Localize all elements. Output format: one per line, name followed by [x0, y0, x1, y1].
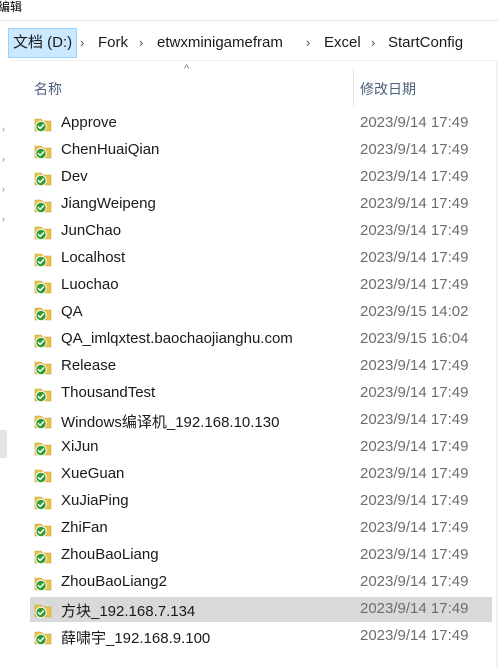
- folder-sync-check-icon: [34, 334, 52, 349]
- column-header-row: ^ 名称 修改日期: [16, 60, 498, 112]
- top-strip: 编辑: [0, 0, 498, 26]
- file-name: ThousandTest: [61, 384, 156, 401]
- menu-fragment: 编辑: [0, 0, 23, 14]
- file-modified-date: 2023/9/14 17:49: [360, 465, 469, 482]
- file-list: Approve 2023/9/14 17:49 ChenHuaiQian 2023/9…: [0, 110, 498, 650]
- column-header-date[interactable]: 修改日期: [360, 79, 416, 99]
- folder-sync-check-icon: [34, 631, 52, 646]
- chevron-right-icon[interactable]: ›: [139, 28, 143, 58]
- chevron-right-icon[interactable]: ›: [80, 28, 84, 58]
- file-name: XueGuan: [61, 465, 125, 482]
- file-row[interactable]: JiangWeipeng 2023/9/14 17:49: [0, 191, 498, 218]
- breadcrumb-etwxminigamefram[interactable]: etwxminigamefram: [153, 28, 287, 58]
- file-row[interactable]: ZhouBaoLiang 2023/9/14 17:49: [0, 542, 498, 569]
- file-name: QA: [61, 303, 83, 320]
- folder-sync-check-icon: [34, 523, 52, 538]
- breadcrumb-startconfig[interactable]: StartConfig: [384, 28, 467, 58]
- file-name: ZhouBaoLiang: [61, 546, 159, 563]
- folder-sync-check-icon: [34, 307, 52, 322]
- folder-sync-check-icon: [34, 415, 52, 430]
- file-name: Dev: [61, 168, 88, 185]
- file-modified-date: 2023/9/14 17:49: [360, 411, 469, 428]
- file-modified-date: 2023/9/14 17:49: [360, 519, 469, 536]
- file-modified-date: 2023/9/14 17:49: [360, 600, 469, 617]
- file-row[interactable]: Windows编译机_192.168.10.130 2023/9/14 17:49: [0, 407, 498, 434]
- file-name: JunChao: [61, 222, 122, 239]
- folder-sync-check-icon: [34, 280, 52, 295]
- divider: [0, 20, 498, 21]
- file-name: JiangWeipeng: [61, 195, 156, 212]
- file-row[interactable]: ZhouBaoLiang2 2023/9/14 17:49: [0, 569, 498, 596]
- file-row[interactable]: ThousandTest 2023/9/14 17:49: [0, 380, 498, 407]
- file-modified-date: 2023/9/14 17:49: [360, 546, 469, 563]
- column-divider[interactable]: [353, 68, 354, 106]
- file-modified-date: 2023/9/14 17:49: [360, 249, 469, 266]
- folder-sync-check-icon: [34, 550, 52, 565]
- sort-ascending-icon: ^: [184, 63, 190, 75]
- file-name: ZhiFan: [61, 519, 108, 536]
- file-row[interactable]: ZhiFan 2023/9/14 17:49: [0, 515, 498, 542]
- file-modified-date: 2023/9/14 17:49: [360, 573, 469, 590]
- folder-sync-check-icon: [34, 388, 52, 403]
- file-modified-date: 2023/9/14 17:49: [360, 384, 469, 401]
- breadcrumb-excel[interactable]: Excel: [320, 28, 365, 58]
- address-bar[interactable]: 文档 (D:) › Fork › etwxminigamefram › Exce…: [0, 26, 498, 61]
- folder-sync-check-icon: [34, 577, 52, 592]
- file-name: Localhost: [61, 249, 126, 266]
- chevron-right-icon[interactable]: ›: [306, 28, 310, 58]
- file-modified-date: 2023/9/14 17:49: [360, 627, 469, 644]
- file-modified-date: 2023/9/14 17:49: [360, 141, 469, 158]
- file-name: Luochao: [61, 276, 119, 293]
- file-modified-date: 2023/9/14 17:49: [360, 492, 469, 509]
- file-modified-date: 2023/9/15 16:04: [360, 330, 469, 347]
- file-modified-date: 2023/9/14 17:49: [360, 357, 469, 374]
- file-name: XiJun: [61, 438, 99, 455]
- file-row[interactable]: QA 2023/9/15 14:02: [0, 299, 498, 326]
- file-name: Windows编译机_192.168.10.130: [61, 414, 280, 431]
- folder-sync-check-icon: [34, 442, 52, 457]
- file-modified-date: 2023/9/14 17:49: [360, 114, 469, 131]
- folder-sync-check-icon: [34, 172, 52, 187]
- folder-sync-check-icon: [34, 226, 52, 241]
- folder-sync-check-icon: [34, 199, 52, 214]
- folder-sync-check-icon: [34, 604, 52, 619]
- folder-sync-check-icon: [34, 496, 52, 511]
- file-row[interactable]: JunChao 2023/9/14 17:49: [0, 218, 498, 245]
- file-row[interactable]: QA_imlqxtest.baochaojianghu.com 2023/9/15…: [0, 326, 498, 353]
- column-header-name[interactable]: 名称: [34, 79, 62, 99]
- file-modified-date: 2023/9/14 17:49: [360, 438, 469, 455]
- file-name: ZhouBaoLiang2: [61, 573, 167, 590]
- file-row[interactable]: ChenHuaiQian 2023/9/14 17:49: [0, 137, 498, 164]
- file-modified-date: 2023/9/14 17:49: [360, 222, 469, 239]
- file-modified-date: 2023/9/14 17:49: [360, 276, 469, 293]
- file-row[interactable]: Dev 2023/9/14 17:49: [0, 164, 498, 191]
- folder-sync-check-icon: [34, 361, 52, 376]
- folder-sync-check-icon: [34, 469, 52, 484]
- breadcrumb-drive[interactable]: 文档 (D:): [8, 28, 78, 58]
- file-row[interactable]: Localhost 2023/9/14 17:49: [0, 245, 498, 272]
- file-name: 方块_192.168.7.134: [61, 603, 196, 620]
- breadcrumb-fork[interactable]: Fork: [94, 28, 132, 58]
- file-name: 薛啸宇_192.168.9.100: [61, 630, 211, 647]
- folder-sync-check-icon: [34, 145, 52, 160]
- file-row[interactable]: Luochao 2023/9/14 17:49: [0, 272, 498, 299]
- file-row[interactable]: 方块_192.168.7.134 2023/9/14 17:49: [0, 596, 498, 623]
- chevron-right-icon[interactable]: ›: [371, 28, 375, 58]
- file-row[interactable]: XuJiaPing 2023/9/14 17:49: [0, 488, 498, 515]
- file-row[interactable]: Approve 2023/9/14 17:49: [0, 110, 498, 137]
- file-name: Release: [61, 357, 117, 374]
- file-modified-date: 2023/9/14 17:49: [360, 168, 469, 185]
- file-row[interactable]: 薛啸宇_192.168.9.100 2023/9/14 17:49: [0, 623, 498, 650]
- file-row[interactable]: XiJun 2023/9/14 17:49: [0, 434, 498, 461]
- file-name: XuJiaPing: [61, 492, 129, 509]
- file-modified-date: 2023/9/14 17:49: [360, 195, 469, 212]
- file-name: ChenHuaiQian: [61, 141, 160, 158]
- file-name: Approve: [61, 114, 117, 131]
- file-modified-date: 2023/9/15 14:02: [360, 303, 469, 320]
- folder-sync-check-icon: [34, 118, 52, 133]
- file-row[interactable]: XueGuan 2023/9/14 17:49: [0, 461, 498, 488]
- file-row[interactable]: Release 2023/9/14 17:49: [0, 353, 498, 380]
- file-name: QA_imlqxtest.baochaojianghu.com: [61, 330, 293, 347]
- folder-sync-check-icon: [34, 253, 52, 268]
